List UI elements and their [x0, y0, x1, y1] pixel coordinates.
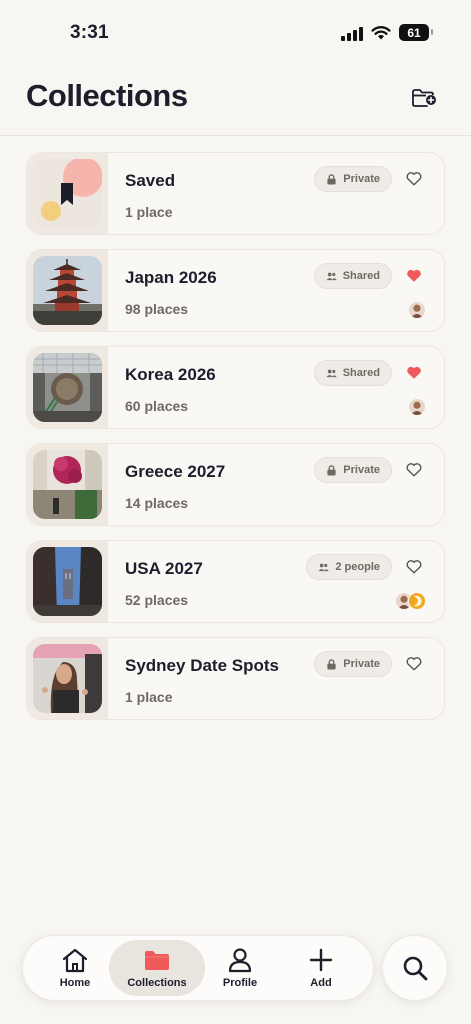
search-button[interactable] — [382, 935, 448, 1001]
visibility-label: Private — [343, 173, 380, 185]
lock-icon — [327, 173, 336, 185]
status-bar: 3:31 61 — [0, 0, 471, 60]
thumbnail-frame — [27, 347, 108, 428]
heart-outline-icon[interactable] — [406, 462, 422, 477]
collection-thumbnail — [33, 353, 102, 422]
avatar — [408, 592, 426, 610]
visibility-badge: Shared — [313, 360, 392, 386]
heart-outline-icon[interactable] — [406, 171, 422, 186]
page-title: Collections — [26, 78, 188, 113]
member-avatars — [408, 398, 426, 416]
collection-count: 60 places — [125, 398, 189, 414]
tab-profile[interactable]: Profile — [203, 940, 277, 996]
visibility-label: Private — [343, 658, 380, 670]
collection-name: Sydney Date Spots — [125, 656, 279, 675]
visibility-label: Shared — [342, 270, 380, 282]
tab-add[interactable]: Add — [285, 940, 357, 996]
greece-street-photo — [33, 450, 102, 519]
tab-bar: Home Collections Profile Add — [22, 935, 374, 1001]
member-avatars — [395, 592, 426, 610]
member-avatars — [408, 301, 426, 319]
pagoda-photo — [33, 256, 102, 325]
mall-atrium-photo — [33, 353, 102, 422]
folder-icon — [145, 951, 169, 970]
tab-label: Add — [310, 977, 332, 989]
collection-count: 14 places — [125, 495, 189, 511]
thumbnail-frame — [27, 541, 108, 622]
heart-filled-icon[interactable] — [406, 365, 422, 380]
collection-count: 98 places — [125, 301, 189, 317]
visibility-badge: 2 people — [306, 554, 392, 580]
tab-label: Collections — [127, 977, 187, 989]
home-icon — [62, 948, 88, 973]
collection-thumbnail — [33, 159, 102, 228]
heart-outline-icon[interactable] — [406, 559, 422, 574]
new-folder-icon[interactable] — [411, 86, 437, 110]
tab-collections[interactable]: Collections — [109, 940, 205, 996]
collection-card-korea-2026[interactable]: Korea 2026 60 places Shared — [26, 346, 445, 429]
collection-count: 1 place — [125, 204, 173, 220]
search-icon — [403, 956, 428, 981]
collection-name: USA 2027 — [125, 559, 203, 578]
lock-icon — [327, 658, 336, 670]
collection-name: Japan 2026 — [125, 268, 217, 287]
tab-label: Home — [59, 977, 91, 989]
collection-card-japan-2026[interactable]: Japan 2026 98 places Shared — [26, 249, 445, 332]
plus-icon — [309, 948, 333, 972]
collection-count: 52 places — [125, 592, 189, 608]
thumbnail-frame — [27, 153, 108, 234]
collection-name: Saved — [125, 171, 176, 190]
visibility-badge: Shared — [313, 263, 392, 289]
heart-filled-icon[interactable] — [406, 268, 422, 283]
thumbnail-frame — [27, 638, 108, 719]
visibility-label: Shared — [342, 367, 380, 379]
status-time: 3:31 — [70, 22, 109, 43]
people-icon — [326, 272, 337, 280]
collection-thumbnail — [33, 450, 102, 519]
heart-outline-icon[interactable] — [406, 656, 422, 671]
lock-icon — [327, 464, 336, 476]
thumbnail-frame — [27, 444, 108, 525]
thumbnail-frame — [27, 250, 108, 331]
tab-label: Profile — [222, 977, 258, 989]
collection-card-sydney-date-spots[interactable]: Sydney Date Spots 1 place Private — [26, 637, 445, 720]
visibility-label: 2 people — [335, 561, 380, 573]
visibility-badge: Private — [314, 166, 392, 192]
wifi-icon — [371, 26, 391, 40]
visibility-badge: Private — [314, 457, 392, 483]
collection-card-greece-2027[interactable]: Greece 2027 14 places Private — [26, 443, 445, 526]
collection-name: Greece 2027 — [125, 462, 226, 481]
status-icons: 61 — [341, 24, 433, 41]
nyc-street-photo — [33, 547, 102, 616]
profile-icon — [228, 948, 252, 973]
cellular-signal-icon — [341, 25, 363, 41]
collection-count: 1 place — [125, 689, 173, 705]
tab-home[interactable]: Home — [37, 940, 113, 996]
saved-bookmark-icon — [33, 159, 102, 228]
collection-thumbnail — [33, 547, 102, 616]
header: Collections — [0, 60, 471, 136]
collection-name: Korea 2026 — [125, 365, 216, 384]
collection-thumbnail — [33, 256, 102, 325]
sydney-photo — [33, 644, 102, 713]
collections-screen: 3:31 61 Collections Saved 1 place Privat… — [0, 0, 471, 1024]
collection-list: Saved 1 place Private Japan 2026 98 plac… — [26, 152, 445, 734]
collection-card-usa-2027[interactable]: USA 2027 52 places 2 people — [26, 540, 445, 623]
collection-thumbnail — [33, 644, 102, 713]
visibility-badge: Private — [314, 651, 392, 677]
people-icon — [318, 563, 329, 571]
visibility-label: Private — [343, 464, 380, 476]
people-icon — [326, 369, 337, 377]
collection-card-saved[interactable]: Saved 1 place Private — [26, 152, 445, 235]
battery-indicator: 61 — [399, 24, 433, 41]
avatar — [408, 301, 426, 319]
avatar — [408, 398, 426, 416]
